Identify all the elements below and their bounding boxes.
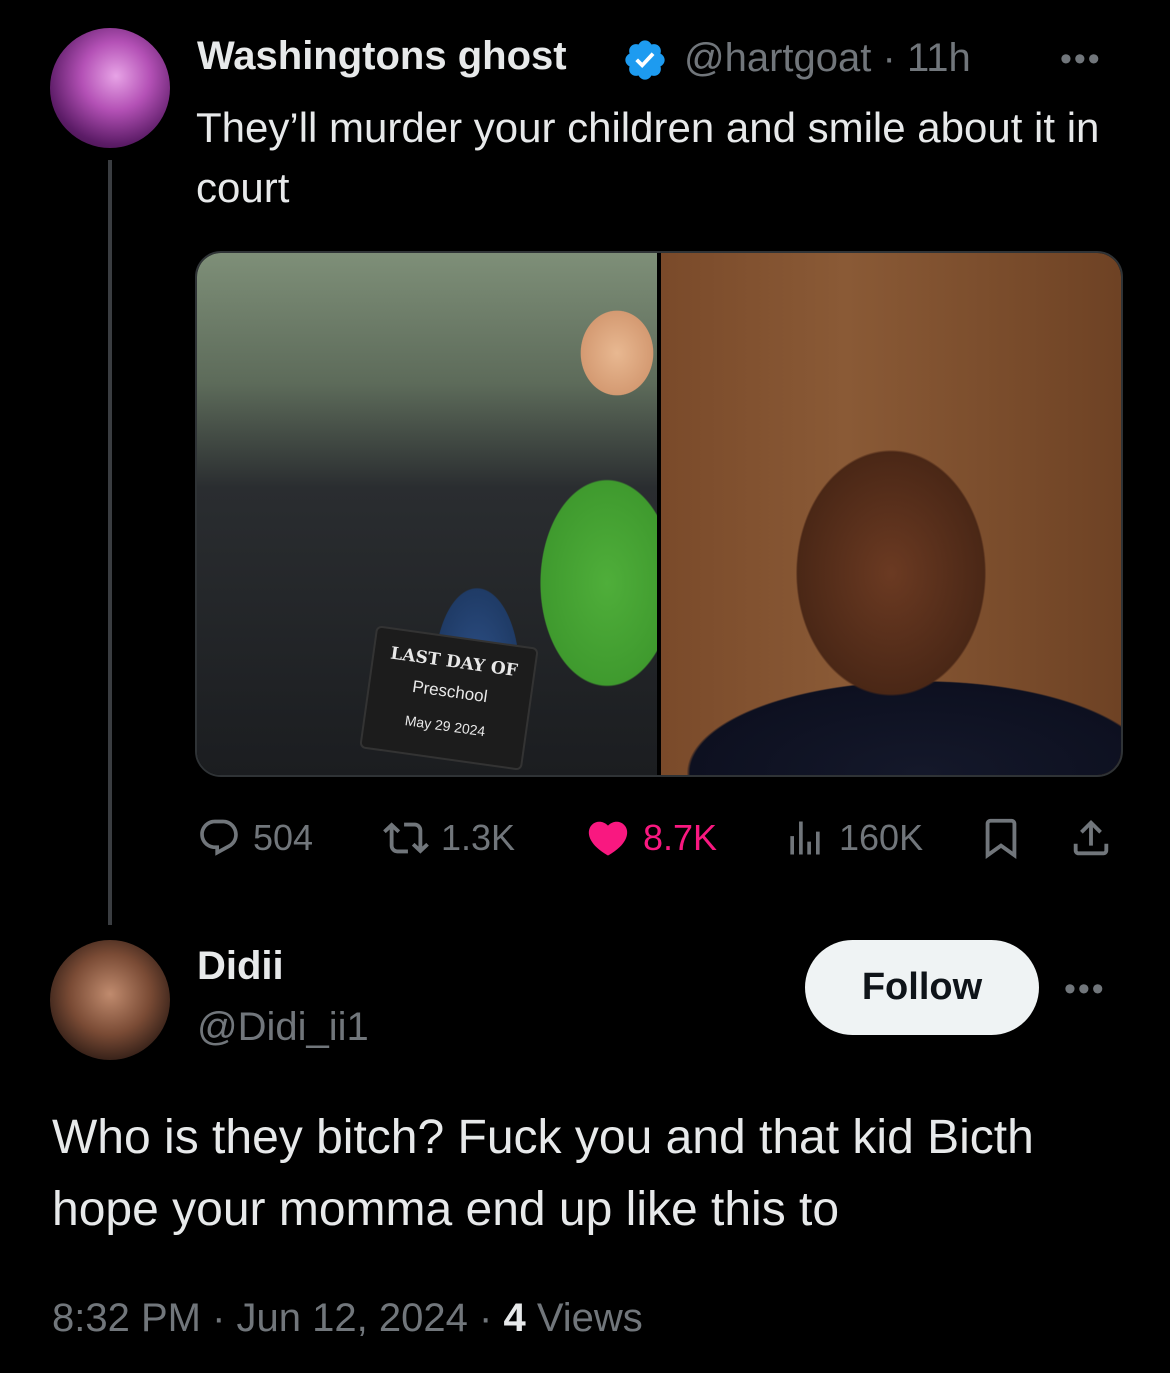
avatar-didii[interactable]	[50, 940, 170, 1060]
share-icon	[1073, 819, 1109, 856]
reply-views-label: Views	[536, 1296, 643, 1340]
media-photo-child[interactable]: LAST DAY OF Preschool May 29 2024	[197, 253, 657, 775]
media-photo-adult[interactable]	[661, 253, 1121, 775]
tweet-media-grid[interactable]: LAST DAY OF Preschool May 29 2024	[195, 251, 1123, 777]
author-handle-time[interactable]: @hartgoat · 11h	[684, 36, 971, 81]
views-button[interactable]: 160K	[783, 813, 923, 863]
like-button[interactable]: 8.7K	[585, 813, 717, 863]
author-name[interactable]: Washingtons ghost	[197, 34, 567, 79]
reply-author-handle[interactable]: @Didi_ii1	[197, 1005, 369, 1050]
retweet-icon	[383, 822, 429, 854]
reply-count: 504	[253, 817, 314, 858]
separator-dot: ·	[212, 1296, 226, 1340]
reply-time[interactable]: 8:32 PM	[52, 1296, 201, 1340]
heart-filled-icon	[588, 821, 628, 856]
tweet-text: They’ll murder your children and smile a…	[196, 104, 1100, 211]
chalkboard-sign: LAST DAY OF Preschool May 29 2024	[359, 625, 539, 771]
like-count: 8.7K	[643, 817, 718, 858]
retweet-button[interactable]: 1.3K	[383, 813, 515, 863]
bookmark-button[interactable]	[978, 813, 1024, 863]
reply-more-options-icon[interactable]: •••	[1064, 970, 1106, 1009]
reply-button[interactable]: 504	[197, 813, 313, 863]
verified-badge-icon	[625, 40, 665, 80]
reply-author-name[interactable]: Didii	[197, 944, 284, 989]
reply-views-count[interactable]: 4	[503, 1296, 525, 1340]
bookmark-icon	[985, 818, 1017, 859]
thread-connector-line	[108, 160, 112, 925]
sign-date: May 29 2024	[403, 712, 487, 740]
reply-text: Who is they bitch? Fuck you and that kid…	[52, 1111, 1034, 1236]
views-bar-chart-icon	[790, 821, 820, 855]
views-count: 160K	[839, 817, 924, 858]
author-handle[interactable]: @hartgoat	[684, 36, 871, 80]
share-button[interactable]	[1068, 813, 1114, 863]
retweet-count: 1.3K	[441, 817, 516, 858]
follow-button[interactable]: Follow	[805, 940, 1039, 1035]
tweet-timestamp[interactable]: 11h	[907, 36, 971, 80]
reply-metadata: 8:32 PM · Jun 12, 2024 · 4 Views	[52, 1296, 643, 1341]
reply-date[interactable]: Jun 12, 2024	[237, 1296, 468, 1340]
separator-dot: ·	[882, 36, 896, 80]
separator-dot: ·	[478, 1296, 493, 1340]
more-options-icon[interactable]: •••	[1060, 40, 1102, 79]
reply-icon	[200, 819, 238, 856]
avatar-washingtons-ghost[interactable]	[50, 28, 170, 148]
